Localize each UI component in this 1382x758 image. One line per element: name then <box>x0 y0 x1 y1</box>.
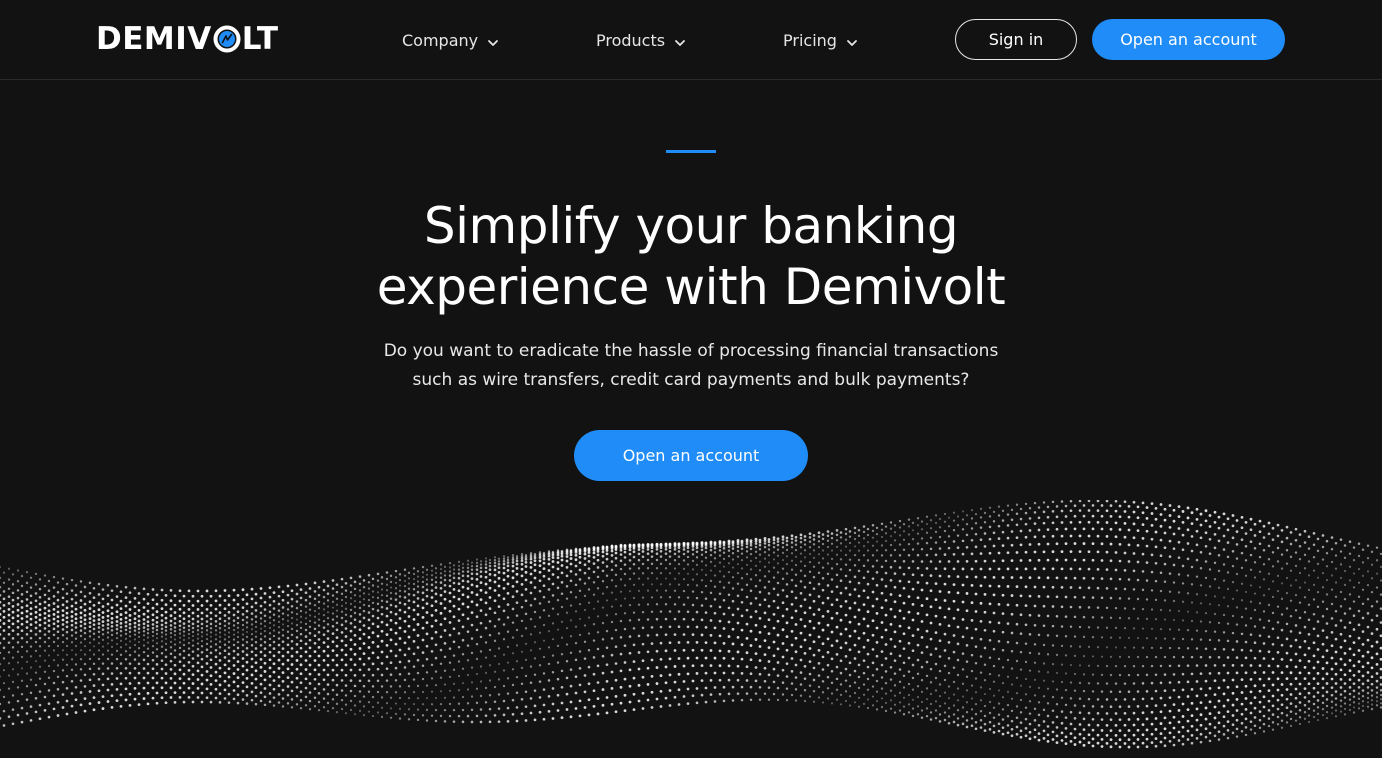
brand-name-right: LT <box>241 21 279 57</box>
hero-open-account-button[interactable]: Open an account <box>574 430 808 481</box>
nav-item-company[interactable]: Company <box>402 27 499 53</box>
hero-title: Simplify your banking experience with De… <box>291 196 1091 318</box>
nav-item-label: Pricing <box>783 30 837 50</box>
hero-title-line: experience with Demivolt <box>376 258 1006 316</box>
nav-item-products[interactable]: Products <box>596 27 686 53</box>
hero-subtitle-line: such as wire transfers, credit card paym… <box>412 370 970 390</box>
nav-item-label: Company <box>402 30 479 50</box>
nav-item-pricing[interactable]: Pricing <box>783 27 858 53</box>
open-account-button[interactable]: Open an account <box>1092 19 1285 60</box>
site-header: DEMIV LT Company Products Pricing Sign i… <box>0 0 1382 80</box>
chevron-down-icon <box>674 34 686 46</box>
sign-in-button[interactable]: Sign in <box>955 19 1077 60</box>
accent-divider <box>666 150 716 153</box>
chevron-down-icon <box>487 34 499 46</box>
particle-wave-graphic <box>0 500 1382 749</box>
chevron-down-icon <box>846 34 858 46</box>
hero-title-line: Simplify your banking <box>423 197 959 255</box>
nav-item-label: Products <box>596 30 666 50</box>
bolt-circle-icon <box>213 25 241 53</box>
hero-subtitle: Do you want to eradicate the hassle of p… <box>341 337 1041 395</box>
brand-name-left: DEMIV <box>96 21 212 57</box>
brand-logo[interactable]: DEMIV LT <box>96 21 279 57</box>
hero-subtitle-line: Do you want to eradicate the hassle of p… <box>383 341 999 361</box>
